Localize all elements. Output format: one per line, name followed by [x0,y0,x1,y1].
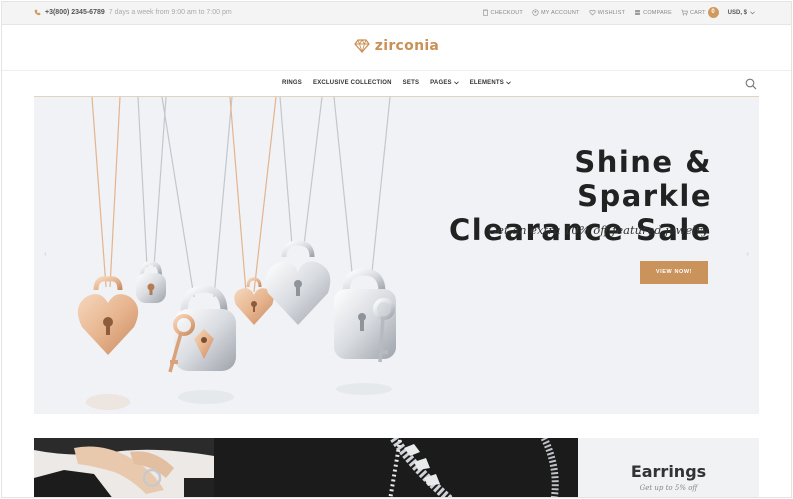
wishlist-label: WISHLIST [597,9,626,16]
main-nav: RINGS EXCLUSIVE COLLECTION SETS PAGES EL… [2,80,791,86]
nav-exclusive-label: EXCLUSIVE COLLECTION [313,80,392,86]
logo-text: zirconia [374,38,440,54]
banner-necklace-image[interactable] [214,438,578,497]
slider-next-arrow[interactable]: › [746,249,749,258]
chevron-down-icon [453,81,459,85]
phone-number[interactable]: +3(800) 2345-6789 [45,9,105,16]
hero-subtitle: Get an extra 10% off featured jewelry [487,223,708,237]
phone-icon [34,9,41,16]
currency-selector[interactable]: USD, $ [728,10,755,16]
nav-sets-label: SETS [402,80,420,86]
nav-item-sets[interactable]: SETS [403,80,419,86]
compare-link[interactable]: COMPARE [634,9,672,16]
top-bar: +3(800) 2345-6789 7 days a week from 9:0… [2,2,791,25]
nav-pages-label: PAGES [430,80,452,86]
hero-slider: ‹ › Shine & Sparkle Clearance Sale Get a… [34,96,759,414]
chevron-down-icon [506,81,511,85]
cart-icon [681,9,688,16]
nav-elements-label: ELEMENTS [469,80,504,86]
nav-item-elements[interactable]: ELEMENTS [470,80,511,86]
my-account-label: MY ACCOUNT [541,9,580,16]
diamond-icon [354,39,370,53]
wishlist-link[interactable]: WISHLIST [588,9,626,16]
chevron-down-icon [750,10,755,14]
hero-jewelry-image [77,97,396,410]
promo-banners: Earrings Get up to 5% off [34,438,759,497]
checkout-link[interactable]: CHECKOUT [482,9,523,16]
page-frame: +3(800) 2345-6789 7 days a week from 9:0… [1,1,792,498]
necklace-image [214,438,578,497]
cart-count-badge: 0 [707,7,719,18]
account-icon [532,9,539,16]
earrings-title: Earrings [630,462,707,481]
slider-prev-arrow[interactable]: ‹ [44,249,47,258]
currency-label: USD, $ [727,9,747,16]
heart-icon [588,9,596,16]
nav-rings-label: RINGS [281,80,302,86]
compare-icon [635,10,641,15]
my-account-link[interactable]: MY ACCOUNT [532,9,580,16]
hands-jewelry-image [34,438,214,497]
header-divider [2,70,791,71]
hero-title-line-1: Shine & Sparkle [574,145,712,213]
checkout-label: CHECKOUT [490,9,523,16]
cart-label: CART [689,9,706,16]
compare-label: COMPARE [643,9,672,16]
earrings-subtitle: Get up to 5% off [639,484,698,492]
cart-link[interactable]: CART 0 [681,7,719,18]
account-links: CHECKOUT MY ACCOUNT WISHLIST COMPARE CAR… [482,7,755,18]
view-now-button[interactable]: VIEW NOW! [640,261,708,284]
banner-earrings[interactable]: Earrings Get up to 5% off [578,438,759,497]
banner-hands-image[interactable] [34,438,214,497]
nav-item-exclusive-collection[interactable]: EXCLUSIVE COLLECTION [313,80,392,86]
contact-info: +3(800) 2345-6789 7 days a week from 9:0… [34,9,232,16]
opening-hours: 7 days a week from 9:00 am to 7:00 pm [108,9,232,16]
clipboard-icon [482,9,488,16]
nav-item-rings[interactable]: RINGS [282,80,302,86]
search-icon[interactable] [745,78,757,90]
nav-item-pages[interactable]: PAGES [430,80,459,86]
site-logo[interactable]: zirconia [2,38,791,54]
